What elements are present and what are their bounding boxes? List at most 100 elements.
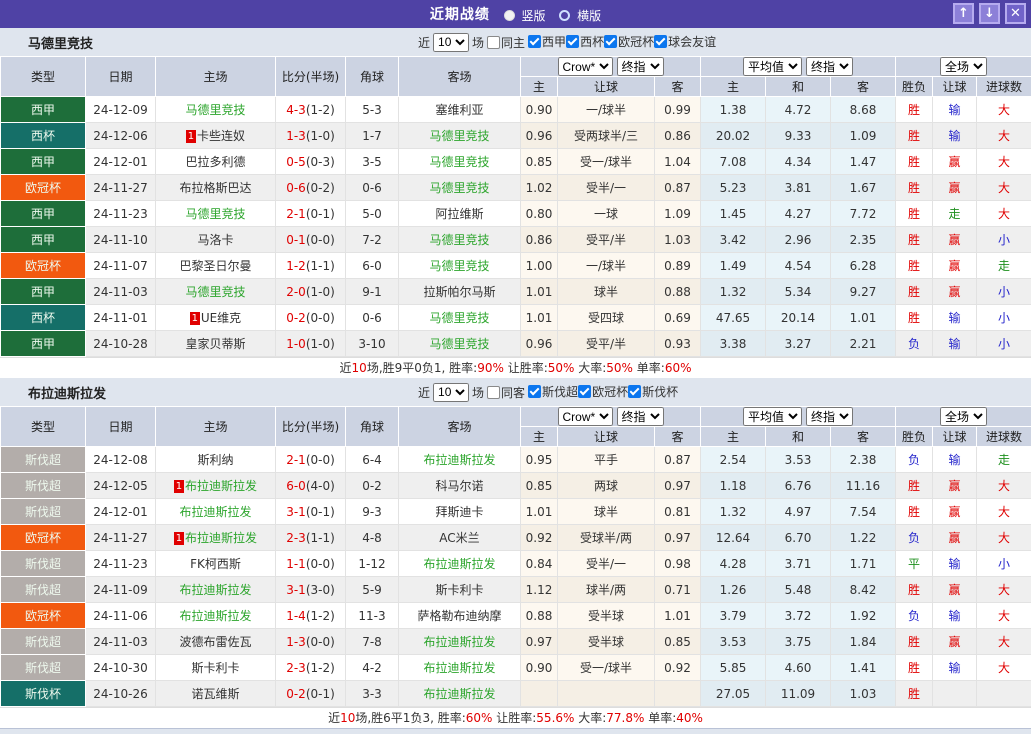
- league-checkbox[interactable]: [528, 35, 541, 48]
- summary-segment: 近: [328, 711, 340, 725]
- close-button[interactable]: ✕: [1005, 3, 1026, 24]
- date-cell: 24-11-10: [86, 227, 156, 253]
- col-header-type: 类型: [1, 407, 86, 447]
- fulltime-score: 0-2: [286, 687, 306, 701]
- rank-badge: 1: [186, 130, 196, 143]
- move-down-button[interactable]: ↓: [979, 3, 1000, 24]
- avg-away-cell: 7.72: [831, 201, 896, 227]
- team-label: 布拉迪斯拉发: [179, 583, 251, 597]
- team-label: 诺瓦维斯: [191, 687, 239, 701]
- team-label: 布拉迪斯拉发: [423, 635, 495, 649]
- team-label: 波德布雷佐瓦: [179, 635, 251, 649]
- halftime-score: (1-0): [306, 129, 335, 143]
- odds-source-select[interactable]: Crow*: [558, 57, 613, 76]
- avg-period-select[interactable]: 终指: [806, 57, 853, 76]
- match-filters: 近 10 场 同主 西甲西杯欧冠杯球会友谊: [418, 28, 716, 56]
- vertical-layout-radio[interactable]: [504, 10, 515, 21]
- league-checkbox[interactable]: [628, 385, 641, 398]
- away-team-cell: 马德里竞技: [399, 227, 521, 253]
- table-row: 斯伐超24-12-051布拉迪斯拉发6-0(4-0)0-2科马尔诺0.85两球0…: [1, 473, 1031, 499]
- date-cell: 24-11-27: [86, 525, 156, 551]
- col-header-handicap: 让球: [558, 427, 655, 447]
- league-label: 西杯: [580, 33, 604, 50]
- league-filter[interactable]: 西甲: [528, 33, 566, 50]
- summary-segment: 大率:: [574, 711, 606, 725]
- league-cell: 欧冠杯: [1, 175, 86, 201]
- scope-select[interactable]: 全场: [940, 407, 987, 426]
- col-header-avg-home: 主: [701, 77, 766, 97]
- league-filter[interactable]: 欧冠杯: [604, 33, 654, 50]
- odds-home-cell: 0.88: [521, 603, 558, 629]
- fulltime-score: 1-2: [286, 259, 306, 273]
- odds-away-cell: 0.97: [655, 525, 701, 551]
- handicap-line-cell: 受半球: [558, 603, 655, 629]
- home-team-cell: 1卡些连奴: [156, 123, 276, 149]
- fulltime-score: 1-3: [286, 129, 306, 143]
- league-filter[interactable]: 西杯: [566, 33, 604, 50]
- outcome-cell: 胜: [896, 201, 933, 227]
- avg-home-cell: 1.45: [701, 201, 766, 227]
- odds-period-select[interactable]: 终指: [617, 407, 664, 426]
- horizontal-layout-label[interactable]: 横版: [577, 9, 601, 23]
- home-team-cell: 皇家贝蒂斯: [156, 331, 276, 357]
- fulltime-score: 2-3: [286, 661, 306, 675]
- vertical-layout-label[interactable]: 竖版: [521, 9, 545, 23]
- same-venue-filter[interactable]: 同主: [487, 34, 525, 51]
- move-up-button[interactable]: ↑: [953, 3, 974, 24]
- corner-cell: 0-2: [346, 473, 399, 499]
- col-header-handicap: 让球: [558, 77, 655, 97]
- league-checkbox[interactable]: [566, 35, 579, 48]
- away-team-cell: 马德里竞技: [399, 123, 521, 149]
- odds-home-cell: 1.01: [521, 305, 558, 331]
- close-icon: ✕: [1010, 6, 1021, 21]
- col-header-score: 比分(半场): [276, 407, 346, 447]
- fulltime-score: 1-3: [286, 635, 306, 649]
- outcome-cell: 胜: [896, 629, 933, 655]
- avg-home-cell: 5.85: [701, 655, 766, 681]
- avg-source-select[interactable]: 平均值: [743, 57, 802, 76]
- handicap-result-cell: 赢: [933, 577, 977, 603]
- league-label: 球会友谊: [668, 33, 716, 50]
- fulltime-score: 2-1: [286, 453, 306, 467]
- match-count-select[interactable]: 10: [433, 383, 469, 402]
- avg-home-cell: 27.05: [701, 681, 766, 707]
- avg-away-cell: 11.16: [831, 473, 896, 499]
- goals-result-cell: [977, 681, 1031, 707]
- same-venue-filter[interactable]: 同客: [487, 384, 525, 401]
- fulltime-score: 1-0: [286, 337, 306, 351]
- avg-source-select[interactable]: 平均值: [743, 407, 802, 426]
- league-checkbox[interactable]: [654, 35, 667, 48]
- league-checkbox[interactable]: [604, 35, 617, 48]
- handicap-result-cell: 赢: [933, 175, 977, 201]
- odds-source-select[interactable]: Crow*: [558, 407, 613, 426]
- col-header-handicap-result: 让球: [933, 427, 977, 447]
- odds-away-cell: 1.01: [655, 603, 701, 629]
- league-filter[interactable]: 斯伐杯: [628, 383, 678, 400]
- league-filter[interactable]: 欧冠杯: [578, 383, 628, 400]
- odds-away-cell: 0.87: [655, 175, 701, 201]
- match-count-select[interactable]: 10: [433, 33, 469, 52]
- avg-away-cell: 1.67: [831, 175, 896, 201]
- team-label: 马洛卡: [197, 233, 233, 247]
- odds-away-cell: 0.86: [655, 123, 701, 149]
- league-filter[interactable]: 斯伐超: [528, 383, 578, 400]
- same-venue-checkbox[interactable]: [487, 36, 500, 49]
- league-checkbox[interactable]: [578, 385, 591, 398]
- col-header-outcome: 胜负: [896, 427, 933, 447]
- same-venue-checkbox[interactable]: [487, 386, 500, 399]
- halftime-score: (1-1): [306, 259, 335, 273]
- odds-away-cell: 0.89: [655, 253, 701, 279]
- odds-period-select[interactable]: 终指: [617, 57, 664, 76]
- avg-period-select[interactable]: 终指: [806, 407, 853, 426]
- league-checkbox[interactable]: [528, 385, 541, 398]
- summary-segment: 40%: [676, 711, 703, 725]
- outcome-cell: 负: [896, 331, 933, 357]
- horizontal-layout-radio[interactable]: [559, 10, 570, 21]
- away-team-cell: 塞维利亚: [399, 97, 521, 123]
- league-filter[interactable]: 球会友谊: [654, 33, 716, 50]
- home-team-cell: 马德里竞技: [156, 201, 276, 227]
- home-team-cell: 诺瓦维斯: [156, 681, 276, 707]
- scope-select[interactable]: 全场: [940, 57, 987, 76]
- table-row: 斯伐超24-11-09布拉迪斯拉发3-1(3-0)5-9斯卡利卡1.12球半/两…: [1, 577, 1031, 603]
- league-cell: 西甲: [1, 97, 86, 123]
